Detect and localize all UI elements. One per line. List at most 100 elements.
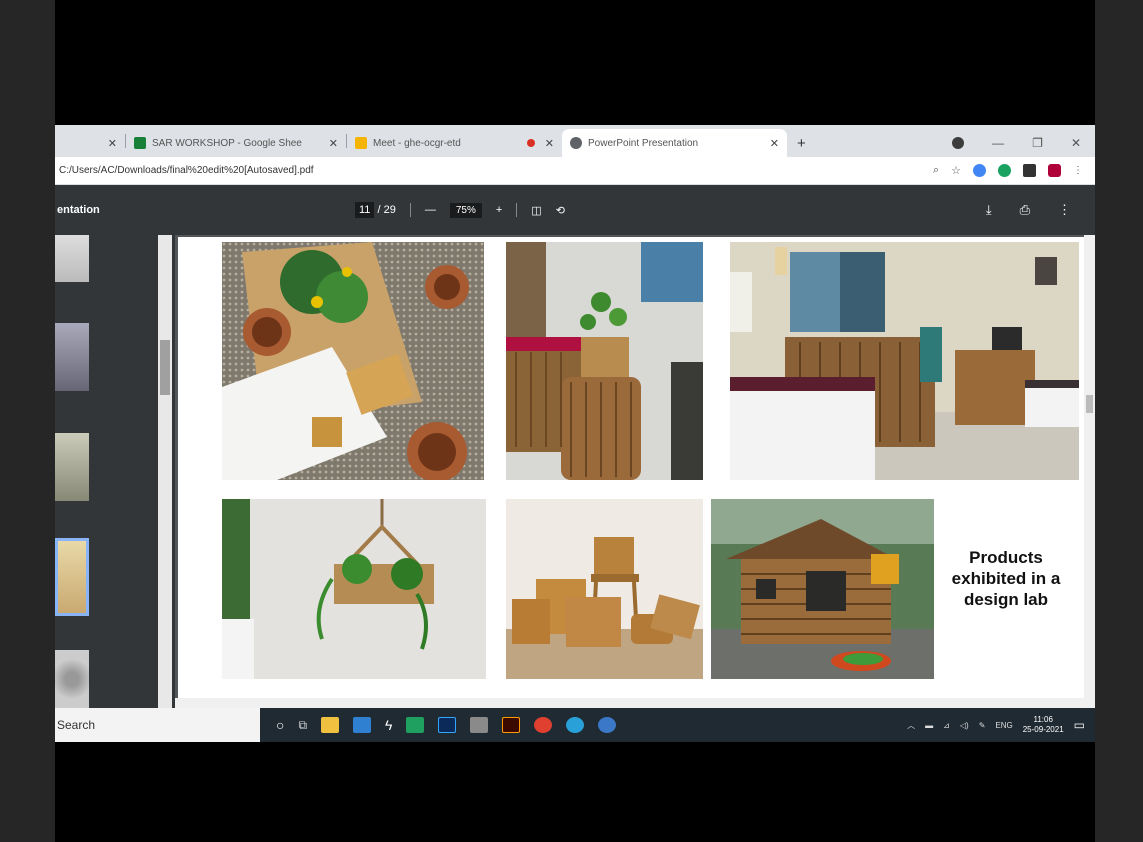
extension-drive-icon[interactable] bbox=[973, 164, 986, 177]
document-viewer: Products exhibited in a design lab bbox=[175, 235, 1095, 708]
restore-icon[interactable]: ❐ bbox=[1032, 136, 1043, 150]
horizontal-scrollbar[interactable] bbox=[175, 698, 1084, 708]
photo-stool-with-plant bbox=[506, 242, 703, 480]
kebab-menu-icon[interactable]: ⋮ bbox=[1073, 165, 1083, 176]
photo-hanging-planter bbox=[222, 499, 486, 679]
zoom-icon[interactable]: ⌕ bbox=[933, 164, 939, 177]
close-tab-icon[interactable]: ✕ bbox=[108, 137, 117, 150]
page-thumbnail[interactable] bbox=[55, 650, 89, 708]
file-explorer-icon[interactable] bbox=[321, 717, 340, 733]
pdf-page: Products exhibited in a design lab bbox=[178, 237, 1084, 698]
photo-wooden-play-house bbox=[711, 499, 934, 679]
right-letterbox bbox=[1095, 0, 1143, 842]
url-text[interactable]: C:/Users/AC/Downloads/final%20edit%20[Au… bbox=[59, 165, 933, 176]
page-thumbnail[interactable] bbox=[55, 323, 89, 391]
divider bbox=[516, 203, 518, 217]
cortana-icon[interactable]: ○ bbox=[276, 717, 284, 733]
minimize-icon[interactable]: — bbox=[992, 136, 1004, 150]
mail-icon[interactable] bbox=[353, 717, 372, 733]
profile-avatar[interactable] bbox=[1048, 164, 1061, 177]
task-view-icon[interactable]: ⧉ bbox=[298, 718, 307, 733]
close-tab-icon[interactable]: ✕ bbox=[545, 137, 554, 150]
battery-icon[interactable]: ▬ bbox=[925, 721, 933, 730]
print-icon[interactable]: ⎙ bbox=[1020, 202, 1030, 218]
photo-wooden-furniture-set bbox=[506, 499, 703, 679]
fit-page-icon[interactable]: ◫ bbox=[531, 204, 541, 217]
divider bbox=[409, 203, 411, 217]
photoshop-icon[interactable] bbox=[438, 717, 457, 733]
page-thumbnail[interactable] bbox=[55, 433, 89, 501]
pen-icon[interactable]: ✎ bbox=[979, 721, 986, 730]
address-bar[interactable]: C:/Users/AC/Downloads/final%20edit%20[Au… bbox=[55, 157, 1095, 185]
windows-taskbar: Search ○ ⧉ ϟ ︿ ▬ ⊿ ◁) ✎ ENG 11:06 25-09- bbox=[55, 708, 1095, 742]
tab-label: SAR WORKSHOP - Google Shee bbox=[152, 137, 302, 149]
pdf-title: entation bbox=[57, 204, 100, 216]
scrollbar-knob[interactable] bbox=[160, 340, 170, 395]
browser-tab-strip: ✕ SAR WORKSHOP - Google Shee ✕ Meet - gh… bbox=[55, 125, 1095, 157]
bottom-letterbox bbox=[55, 742, 1095, 842]
tab-label: PowerPoint Presentation bbox=[588, 137, 699, 149]
record-icon[interactable] bbox=[952, 137, 965, 149]
maps-app-icon[interactable] bbox=[406, 717, 425, 733]
recording-icon bbox=[526, 139, 535, 147]
zoom-out-button[interactable]: — bbox=[425, 204, 436, 216]
edge-icon[interactable] bbox=[566, 717, 585, 733]
volume-icon[interactable]: ◁) bbox=[960, 721, 969, 730]
tab-label: Meet - ghe-ocgr-etd bbox=[373, 137, 461, 149]
illustrator-icon[interactable] bbox=[502, 717, 521, 733]
screen-recording-frame: ✕ SAR WORKSHOP - Google Shee ✕ Meet - gh… bbox=[0, 0, 1143, 842]
zoom-level-input[interactable]: 75% bbox=[449, 202, 482, 218]
chrome-icon[interactable] bbox=[534, 717, 553, 733]
language-indicator[interactable]: ENG bbox=[995, 721, 1012, 730]
system-tray: ︿ ▬ ⊿ ◁) ✎ ENG 11:06 25-09-2021 ▭ bbox=[907, 715, 1095, 735]
window-controls: — ❐ ✕ bbox=[952, 129, 1095, 157]
taskbar-apps: ○ ⧉ ϟ bbox=[260, 717, 617, 733]
app-globe-icon[interactable] bbox=[598, 717, 617, 733]
meet-icon bbox=[355, 137, 367, 149]
more-options-icon[interactable]: ⋮ bbox=[1058, 202, 1071, 218]
sheets-icon bbox=[134, 137, 146, 149]
close-tab-icon[interactable]: ✕ bbox=[770, 137, 779, 150]
close-tab-icon[interactable]: ✕ bbox=[329, 137, 338, 150]
thumbnail-pane bbox=[55, 235, 175, 708]
network-icon[interactable]: ⊿ bbox=[943, 721, 950, 730]
extension-green-icon[interactable] bbox=[998, 164, 1011, 177]
pdf-page-controls: 11 / 29 — 75% + ◫ ⟲ bbox=[355, 202, 565, 218]
download-icon[interactable]: ⤓ bbox=[986, 202, 992, 218]
document-scrollbar[interactable] bbox=[1084, 235, 1095, 708]
pdf-actions: ⤓ ⎙ ⋮ bbox=[986, 202, 1095, 218]
slide-caption: Products exhibited in a design lab bbox=[951, 548, 1061, 609]
tab-partial[interactable]: ✕ bbox=[55, 129, 125, 157]
puzzle-icon[interactable] bbox=[1023, 164, 1036, 177]
globe-icon bbox=[570, 137, 582, 149]
photo-design-lab-room bbox=[730, 242, 1079, 480]
search-placeholder: Search bbox=[57, 718, 96, 732]
page-number-input[interactable]: 11 bbox=[355, 202, 375, 218]
rotate-icon[interactable]: ⟲ bbox=[556, 204, 565, 217]
thumbnail-scrollbar[interactable] bbox=[158, 235, 172, 708]
scrollbar-knob[interactable] bbox=[1086, 395, 1093, 413]
zoom-in-button[interactable]: + bbox=[496, 204, 502, 216]
page-indicator: 11 / 29 bbox=[355, 202, 396, 218]
bolt-app-icon[interactable]: ϟ bbox=[385, 717, 392, 733]
star-icon[interactable]: ☆ bbox=[951, 164, 961, 177]
page-thumbnail-active[interactable] bbox=[55, 538, 89, 616]
pdf-toolbar: entation 11 / 29 — 75% + ◫ ⟲ ⤓ ⎙ ⋮ bbox=[55, 185, 1095, 235]
close-window-icon[interactable]: ✕ bbox=[1071, 136, 1081, 150]
photo-pots-and-planter bbox=[222, 242, 484, 480]
tab-sheets[interactable]: SAR WORKSHOP - Google Shee ✕ bbox=[126, 129, 346, 157]
page-total: / 29 bbox=[377, 204, 396, 216]
tab-powerpoint[interactable]: PowerPoint Presentation ✕ bbox=[562, 129, 787, 157]
notification-icon[interactable]: ▭ bbox=[1074, 718, 1085, 732]
chevron-up-icon[interactable]: ︿ bbox=[907, 720, 915, 731]
taskbar-search-box[interactable]: Search bbox=[55, 708, 260, 742]
clock-time: 11:06 bbox=[1033, 715, 1053, 724]
page-thumbnail[interactable] bbox=[55, 235, 89, 282]
tab-meet[interactable]: Meet - ghe-ocgr-etd ✕ bbox=[347, 129, 562, 157]
address-bar-icons: ⌕ ☆ ⋮ bbox=[933, 164, 1095, 177]
left-letterbox bbox=[0, 0, 55, 842]
taskbar-clock[interactable]: 11:06 25-09-2021 bbox=[1023, 715, 1064, 735]
app-icon[interactable] bbox=[470, 717, 489, 733]
new-tab-button[interactable]: + bbox=[787, 129, 816, 157]
clock-date: 25-09-2021 bbox=[1022, 725, 1064, 734]
